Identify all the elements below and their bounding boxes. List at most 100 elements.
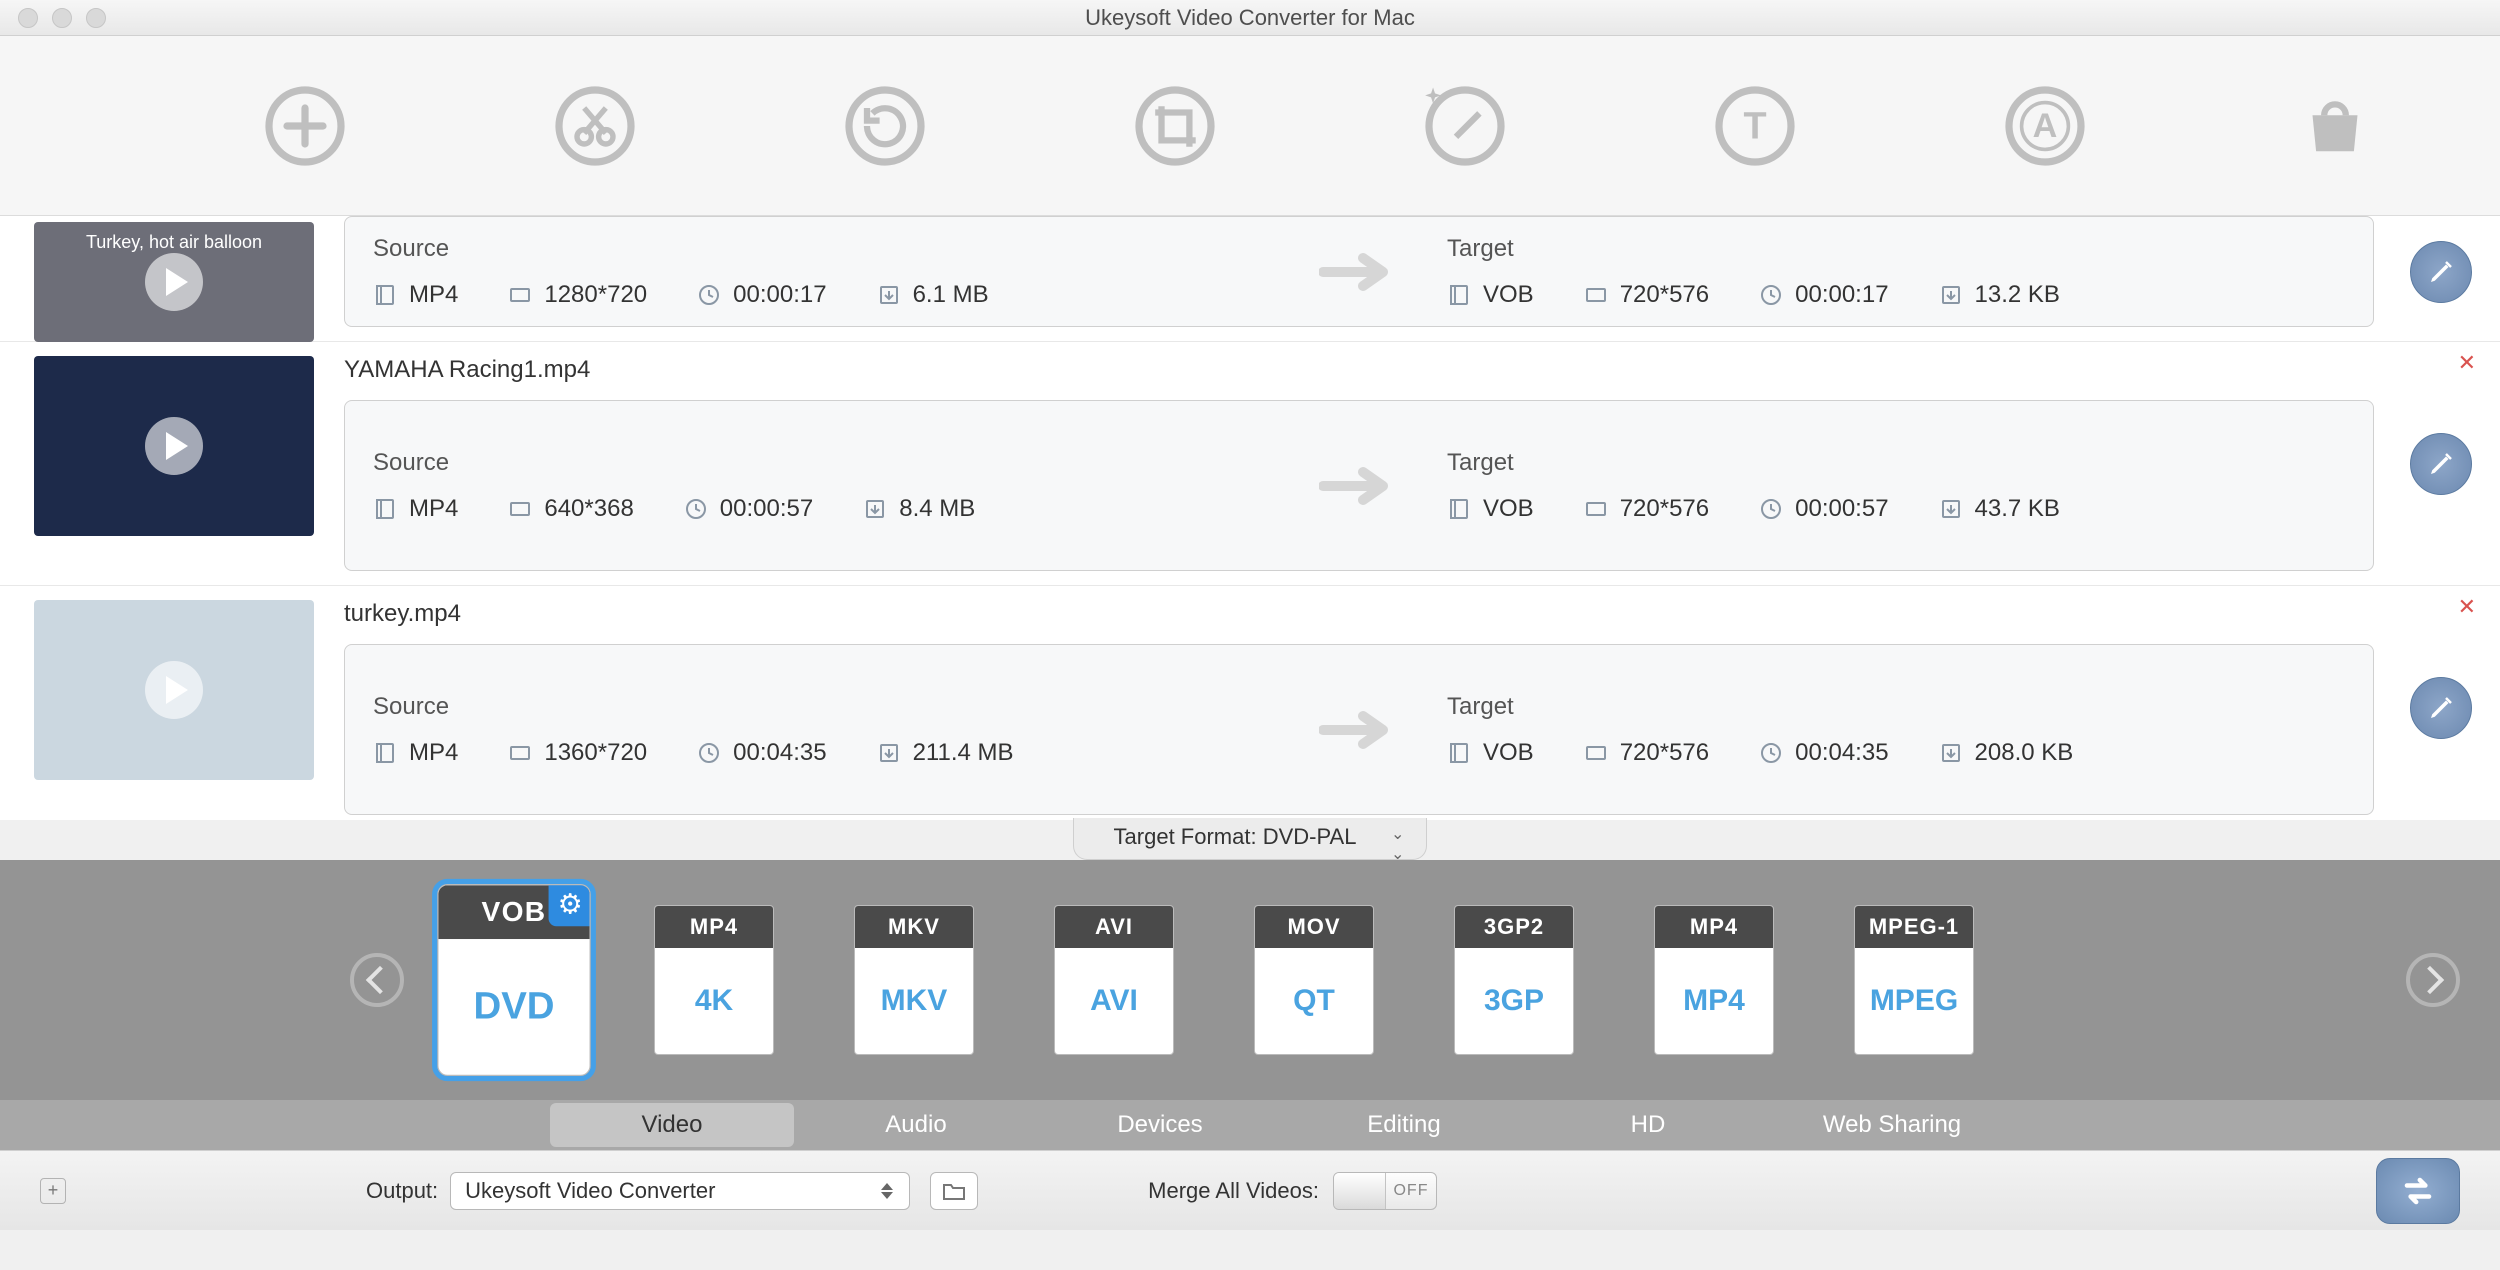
format-sub: MPEG	[1855, 948, 1973, 1054]
format-option-3gp2[interactable]: 3GP23GP	[1454, 905, 1574, 1055]
edit-item-button[interactable]	[2410, 241, 2472, 303]
target-size: 43.7 KB	[1939, 495, 2060, 523]
video-thumbnail[interactable]	[34, 600, 314, 780]
format-sub: DVD	[438, 939, 589, 1075]
file-name: YAMAHA Racing1.mp4	[344, 356, 2374, 384]
text-button[interactable]: T	[1710, 81, 1800, 171]
browse-folder-button[interactable]	[930, 1172, 978, 1210]
watermark-button[interactable]: A	[2000, 81, 2090, 171]
video-thumbnail[interactable]	[34, 356, 314, 536]
window-title: Ukeysoft Video Converter for Mac	[0, 5, 2500, 31]
target-label: Target	[1447, 449, 2345, 477]
target-resolution: 720*576	[1584, 281, 1709, 309]
format-option-vob[interactable]: ⚙VOBDVD	[437, 884, 591, 1076]
output-folder-select[interactable]: Ukeysoft Video Converter	[450, 1172, 910, 1210]
stepper-icon	[881, 1177, 903, 1205]
target-label: Target	[1447, 235, 2345, 263]
arrow-icon	[1299, 464, 1419, 508]
source-duration: 00:00:17	[697, 281, 826, 309]
category-tab-hd[interactable]: HD	[1526, 1103, 1770, 1147]
target-format: VOB	[1447, 739, 1534, 767]
minimize-window-icon[interactable]	[52, 8, 72, 28]
source-size: 8.4 MB	[863, 495, 975, 523]
titlebar: Ukeysoft Video Converter for Mac	[0, 0, 2500, 36]
video-thumbnail[interactable]: Turkey, hot air balloon	[34, 222, 314, 342]
format-code: MPEG-1	[1855, 906, 1973, 948]
gear-icon[interactable]: ⚙	[549, 884, 591, 926]
target-format: VOB	[1447, 495, 1534, 523]
shop-button[interactable]	[2290, 81, 2380, 171]
merge-toggle[interactable]: OFF	[1333, 1172, 1437, 1210]
source-label: Source	[373, 235, 1271, 263]
play-icon	[145, 417, 203, 475]
target-resolution: 720*576	[1584, 739, 1709, 767]
format-option-mp4[interactable]: MP44K	[654, 905, 774, 1055]
target-format-tab[interactable]: Target Format: DVD-PAL ⌄⌄	[0, 818, 2500, 860]
svg-text:T: T	[1743, 105, 1766, 147]
remove-item-button[interactable]: ✕	[2458, 350, 2476, 376]
merge-label: Merge All Videos:	[1148, 1178, 1319, 1204]
format-code: MOV	[1255, 906, 1373, 948]
file-item[interactable]: Turkey, hot air balloon Source MP4 1280*720…	[0, 216, 2500, 342]
file-item[interactable]: ✕YAMAHA Racing1.mp4SourceMP4640*36800:00…	[0, 342, 2500, 586]
toggle-state: OFF	[1386, 1182, 1436, 1200]
conversion-panel: SourceMP41360*72000:04:35211.4 MBTargetV…	[344, 644, 2374, 815]
crop-button[interactable]	[1130, 81, 1220, 171]
format-code: MP4	[1655, 906, 1773, 948]
arrow-icon	[1299, 250, 1419, 294]
source-resolution: 1280*720	[508, 281, 647, 309]
zoom-window-icon[interactable]	[86, 8, 106, 28]
shelf-prev-button[interactable]	[350, 953, 404, 1007]
target-label: Target	[1447, 693, 2345, 721]
format-option-mkv[interactable]: MKVMKV	[854, 905, 974, 1055]
source-size: 211.4 MB	[877, 739, 1014, 767]
edit-item-button[interactable]	[2410, 433, 2472, 495]
format-sub: MP4	[1655, 948, 1773, 1054]
format-code: MP4	[655, 906, 773, 948]
edit-item-button[interactable]	[2410, 677, 2472, 739]
target-format: VOB	[1447, 281, 1534, 309]
trim-button[interactable]	[550, 81, 640, 171]
format-code: 3GP2	[1455, 906, 1573, 948]
target-duration: 00:04:35	[1759, 739, 1888, 767]
main-toolbar: T A	[0, 36, 2500, 216]
category-tab-editing[interactable]: Editing	[1282, 1103, 1526, 1147]
svg-text:A: A	[2033, 106, 2058, 144]
format-code: MKV	[855, 906, 973, 948]
effect-button[interactable]	[1420, 81, 1510, 171]
add-file-button[interactable]	[260, 81, 350, 171]
window-controls	[0, 8, 106, 28]
format-option-mp4[interactable]: MP4MP4	[1654, 905, 1774, 1055]
rotate-button[interactable]	[840, 81, 930, 171]
category-tabs: VideoAudioDevicesEditingHDWeb Sharing	[0, 1100, 2500, 1150]
remove-item-button[interactable]: ✕	[2458, 594, 2476, 620]
format-option-mpeg-1[interactable]: MPEG-1MPEG	[1854, 905, 1974, 1055]
shelf-next-button[interactable]	[2406, 953, 2460, 1007]
close-window-icon[interactable]	[18, 8, 38, 28]
target-format-label: Target Format: DVD-PAL	[1114, 824, 1357, 849]
category-tab-audio[interactable]: Audio	[794, 1103, 1038, 1147]
output-label: Output:	[366, 1178, 438, 1204]
target-duration: 00:00:57	[1759, 495, 1888, 523]
source-format: MP4	[373, 281, 458, 309]
category-tab-web-sharing[interactable]: Web Sharing	[1770, 1103, 2014, 1147]
add-small-button[interactable]: +	[40, 1178, 66, 1204]
format-option-avi[interactable]: AVIAVI	[1054, 905, 1174, 1055]
category-tab-video[interactable]: Video	[550, 1103, 794, 1147]
source-label: Source	[373, 449, 1271, 477]
convert-button[interactable]	[2376, 1158, 2460, 1224]
chevron-down-icon: ⌄⌄	[1391, 824, 1404, 864]
source-duration: 00:04:35	[697, 739, 826, 767]
format-sub: QT	[1255, 948, 1373, 1054]
file-item[interactable]: ✕turkey.mp4SourceMP41360*72000:04:35211.…	[0, 586, 2500, 820]
target-resolution: 720*576	[1584, 495, 1709, 523]
play-icon	[145, 253, 203, 311]
target-size: 208.0 KB	[1939, 739, 2074, 767]
conversion-panel: SourceMP41280*72000:00:176.1 MBTargetVOB…	[344, 216, 2374, 327]
category-tab-devices[interactable]: Devices	[1038, 1103, 1282, 1147]
footer-bar: + Output: Ukeysoft Video Converter Merge…	[0, 1150, 2500, 1230]
output-folder-value: Ukeysoft Video Converter	[465, 1178, 715, 1204]
format-option-mov[interactable]: MOVQT	[1254, 905, 1374, 1055]
play-icon	[145, 661, 203, 719]
conversion-panel: SourceMP4640*36800:00:578.4 MBTargetVOB7…	[344, 400, 2374, 571]
